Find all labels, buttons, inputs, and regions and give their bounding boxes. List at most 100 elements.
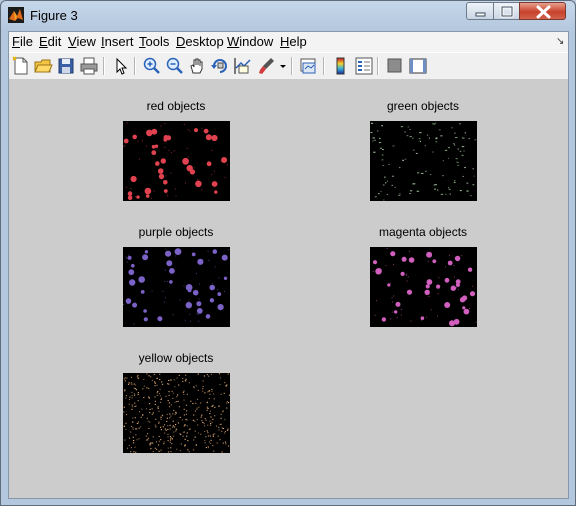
object-fleck	[123, 406, 125, 408]
rotate-3d-icon[interactable]	[210, 56, 230, 76]
object-speck	[135, 196, 137, 198]
object-speck	[196, 313, 198, 315]
object-fleck	[178, 374, 180, 376]
close-button[interactable]	[519, 2, 566, 20]
object-speck	[472, 285, 474, 287]
edit-plot-arrow-icon[interactable]	[111, 56, 131, 76]
object-fleck	[207, 446, 209, 448]
minimize-button[interactable]	[466, 2, 494, 20]
object-fleck	[147, 439, 149, 441]
object-fleck	[135, 428, 137, 430]
data-cursor-icon[interactable]	[233, 56, 253, 76]
brush-dropdown-icon[interactable]	[277, 56, 289, 76]
menu-file[interactable]: File	[12, 34, 33, 49]
object-fleck	[217, 435, 219, 437]
colorbar-icon[interactable]	[331, 56, 351, 76]
zoom-in-icon[interactable]	[142, 56, 162, 76]
object-fleck	[385, 182, 387, 184]
link-plot-icon[interactable]	[299, 56, 319, 76]
object-fleck	[468, 138, 470, 140]
object-blob	[424, 289, 430, 295]
menu-tools[interactable]: Tools	[139, 34, 169, 49]
object-speck	[197, 178, 199, 180]
object-blob	[454, 255, 461, 262]
object-fleck	[158, 440, 160, 442]
object-speck	[214, 266, 216, 268]
object-fleck	[225, 385, 227, 387]
object-fleck	[193, 386, 195, 388]
object-fleck	[168, 379, 170, 381]
object-fleck	[222, 427, 224, 429]
object-blob	[408, 257, 415, 263]
open-file-icon[interactable]	[33, 56, 53, 76]
object-fleck	[210, 373, 213, 375]
print-icon[interactable]	[79, 56, 99, 76]
dock-arrow-icon[interactable]: ↘	[556, 36, 564, 47]
figure-canvas[interactable]: red objects green objects purple objects ma…	[9, 79, 568, 498]
object-fleck	[209, 413, 211, 415]
object-fleck	[418, 138, 421, 140]
maximize-button[interactable]	[493, 2, 520, 20]
object-blob	[211, 134, 218, 142]
menu-insert[interactable]: Insert	[101, 34, 134, 49]
object-blob	[469, 291, 476, 297]
menu-view[interactable]: View	[68, 34, 96, 49]
segmented-image-axes[interactable]	[370, 121, 477, 201]
object-fleck	[156, 384, 158, 386]
object-speck	[454, 256, 456, 258]
object-fleck	[148, 375, 150, 377]
object-fleck	[404, 131, 406, 133]
object-fleck	[131, 406, 134, 408]
object-fleck	[447, 157, 449, 159]
title-bar[interactable]: Figure 3	[1, 1, 575, 31]
object-fleck	[158, 422, 160, 424]
new-figure-icon[interactable]	[11, 56, 31, 76]
segmented-image-axes[interactable]	[123, 247, 230, 327]
object-fleck	[157, 405, 159, 407]
object-speck	[438, 277, 440, 279]
segmented-image-axes[interactable]	[370, 247, 477, 327]
object-fleck	[472, 168, 474, 170]
object-speck	[163, 301, 165, 303]
object-speck	[142, 140, 144, 142]
object-fleck	[170, 438, 172, 440]
pan-hand-icon[interactable]	[187, 56, 207, 76]
hide-plot-tools-icon[interactable]	[385, 56, 405, 76]
segmented-image-axes[interactable]	[123, 373, 230, 453]
object-fleck	[394, 186, 396, 188]
object-fleck	[426, 134, 429, 136]
menu-desktop[interactable]: Desktop	[176, 34, 224, 49]
object-fleck	[209, 393, 211, 395]
object-fleck	[124, 390, 126, 392]
object-speck	[162, 290, 164, 292]
menu-help[interactable]: Help	[280, 34, 307, 49]
object-fleck	[218, 429, 220, 431]
object-fleck	[424, 145, 426, 147]
object-fleck	[162, 415, 164, 417]
object-blob	[163, 180, 168, 185]
save-icon[interactable]	[56, 56, 76, 76]
object-fleck	[466, 190, 469, 192]
brush-icon[interactable]	[257, 56, 277, 76]
object-fleck	[421, 172, 424, 174]
menu-window[interactable]: Window	[227, 34, 273, 49]
zoom-out-icon[interactable]	[165, 56, 185, 76]
object-fleck	[135, 384, 137, 386]
legend-icon[interactable]	[354, 56, 374, 76]
object-fleck	[148, 427, 150, 429]
object-speck	[151, 290, 153, 292]
object-fleck	[151, 408, 153, 410]
object-fleck	[188, 382, 190, 384]
menu-edit[interactable]: Edit	[39, 34, 61, 49]
object-fleck	[172, 392, 174, 394]
object-blob	[390, 251, 396, 257]
segmented-image-axes[interactable]	[123, 121, 230, 201]
object-fleck	[156, 392, 158, 394]
show-plot-tools-icon[interactable]	[408, 56, 428, 76]
object-blob	[131, 263, 135, 268]
object-fleck	[167, 400, 169, 402]
object-fleck	[166, 420, 168, 422]
object-fleck	[202, 422, 204, 424]
object-blob	[221, 254, 228, 261]
object-fleck	[203, 425, 205, 427]
